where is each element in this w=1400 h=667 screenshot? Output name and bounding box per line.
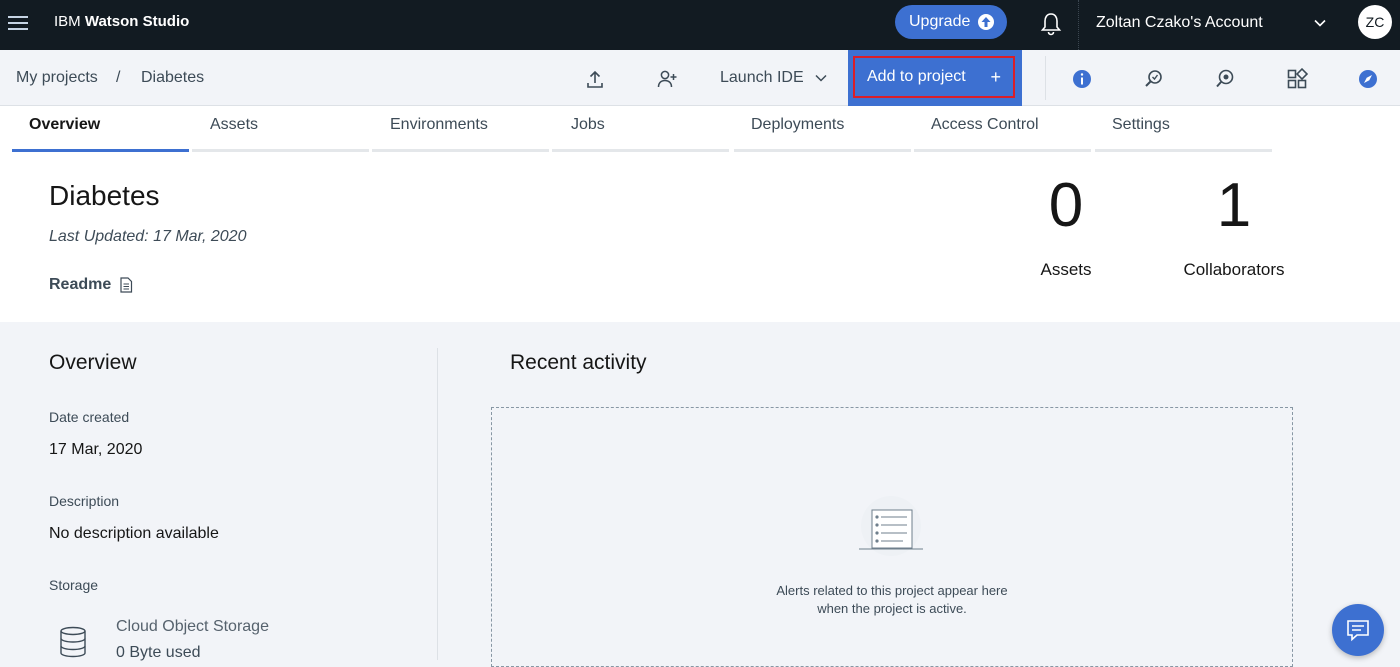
- readme-link[interactable]: Readme: [49, 276, 133, 294]
- overview-heading: Overview: [49, 351, 137, 374]
- activity-empty-illustration-icon: [859, 496, 923, 556]
- topbar-divider: [1078, 0, 1079, 50]
- date-created-label: Date created: [49, 409, 130, 425]
- document-icon: [120, 277, 133, 293]
- collaborators-count: 1: [1216, 171, 1252, 240]
- avatar[interactable]: ZC: [1358, 5, 1392, 39]
- chevron-down-icon[interactable]: [1313, 16, 1327, 30]
- storage-label: Storage: [49, 577, 99, 593]
- readme-label: Readme: [49, 276, 112, 293]
- tab-overview[interactable]: Overview: [29, 106, 100, 152]
- project-toolbar: My projects / Diabetes Launch IDE Add to…: [0, 50, 1400, 106]
- apps-grid-icon[interactable]: [1286, 68, 1308, 90]
- activity-empty-line2: when the project is active.: [817, 601, 967, 616]
- tab-assets[interactable]: Assets: [210, 106, 258, 152]
- upload-icon[interactable]: [584, 68, 606, 90]
- palette-icon[interactable]: [1214, 68, 1236, 90]
- project-header: Diabetes Last Updated: 17 Mar, 2020 Read…: [0, 152, 1400, 322]
- plus-icon: +: [990, 66, 1001, 87]
- info-icon[interactable]: [1071, 68, 1093, 90]
- storage-name: Cloud Object Storage: [116, 618, 269, 635]
- date-created-value: 17 Mar, 2020: [49, 441, 143, 458]
- add-to-project-label: Add to project: [867, 68, 966, 85]
- recent-activity-heading: Recent activity: [510, 351, 647, 374]
- launch-ide-dropdown[interactable]: Launch IDE: [720, 69, 828, 87]
- collaborators-label: Collaborators: [1183, 260, 1285, 279]
- storage-used: 0 Byte used: [116, 644, 201, 661]
- toolbar-divider: [1045, 56, 1046, 100]
- app-title-product: Watson Studio: [84, 13, 190, 30]
- project-tabs: Overview Assets Environments Jobs Deploy…: [0, 106, 1400, 152]
- last-updated-text: Last Updated: 17 Mar, 2020: [49, 228, 247, 245]
- tab-access-control[interactable]: Access Control: [931, 106, 1039, 152]
- chat-support-button[interactable]: [1332, 604, 1384, 656]
- page-title: Diabetes: [49, 180, 160, 211]
- upgrade-button[interactable]: Upgrade: [895, 5, 1007, 39]
- description-label: Description: [49, 493, 120, 509]
- activity-empty-message: Alerts related to this project appear he…: [742, 582, 1042, 618]
- app-title[interactable]: IBM Watson Studio: [54, 13, 189, 30]
- breadcrumb-current-project: Diabetes: [141, 69, 205, 86]
- breadcrumb-separator: /: [116, 69, 121, 86]
- upgrade-label: Upgrade: [909, 13, 971, 30]
- tab-jobs[interactable]: Jobs: [571, 106, 605, 152]
- database-icon: [60, 626, 86, 658]
- activity-empty-line1: Alerts related to this project appear he…: [776, 583, 1008, 598]
- add-to-project-container: Add to project +: [848, 50, 1022, 106]
- top-bar: IBM Watson Studio Upgrade Zoltan Czako's…: [0, 0, 1400, 50]
- launch-ide-label: Launch IDE: [720, 69, 804, 86]
- activity-search-icon[interactable]: [1143, 68, 1165, 90]
- breadcrumb-my-projects[interactable]: My projects: [16, 69, 98, 87]
- chat-icon: [1347, 620, 1369, 642]
- upgrade-arrow-icon: [978, 14, 995, 30]
- notifications-bell-icon[interactable]: [1040, 12, 1062, 36]
- app-title-prefix: IBM: [54, 13, 81, 30]
- description-value: No description available: [49, 525, 219, 542]
- add-collaborator-icon[interactable]: [656, 68, 678, 90]
- column-divider: [437, 348, 438, 660]
- chevron-down-icon: [815, 74, 827, 82]
- tab-settings[interactable]: Settings: [1112, 106, 1170, 152]
- tab-deployments[interactable]: Deployments: [751, 106, 844, 152]
- hamburger-menu-icon[interactable]: [8, 13, 28, 33]
- compass-icon[interactable]: [1357, 68, 1379, 90]
- assets-label: Assets: [1040, 260, 1092, 279]
- tab-environments[interactable]: Environments: [390, 106, 488, 152]
- add-to-project-button[interactable]: Add to project +: [853, 56, 1015, 98]
- assets-count: 0: [1048, 171, 1084, 240]
- account-switcher[interactable]: Zoltan Czako's Account: [1096, 14, 1263, 32]
